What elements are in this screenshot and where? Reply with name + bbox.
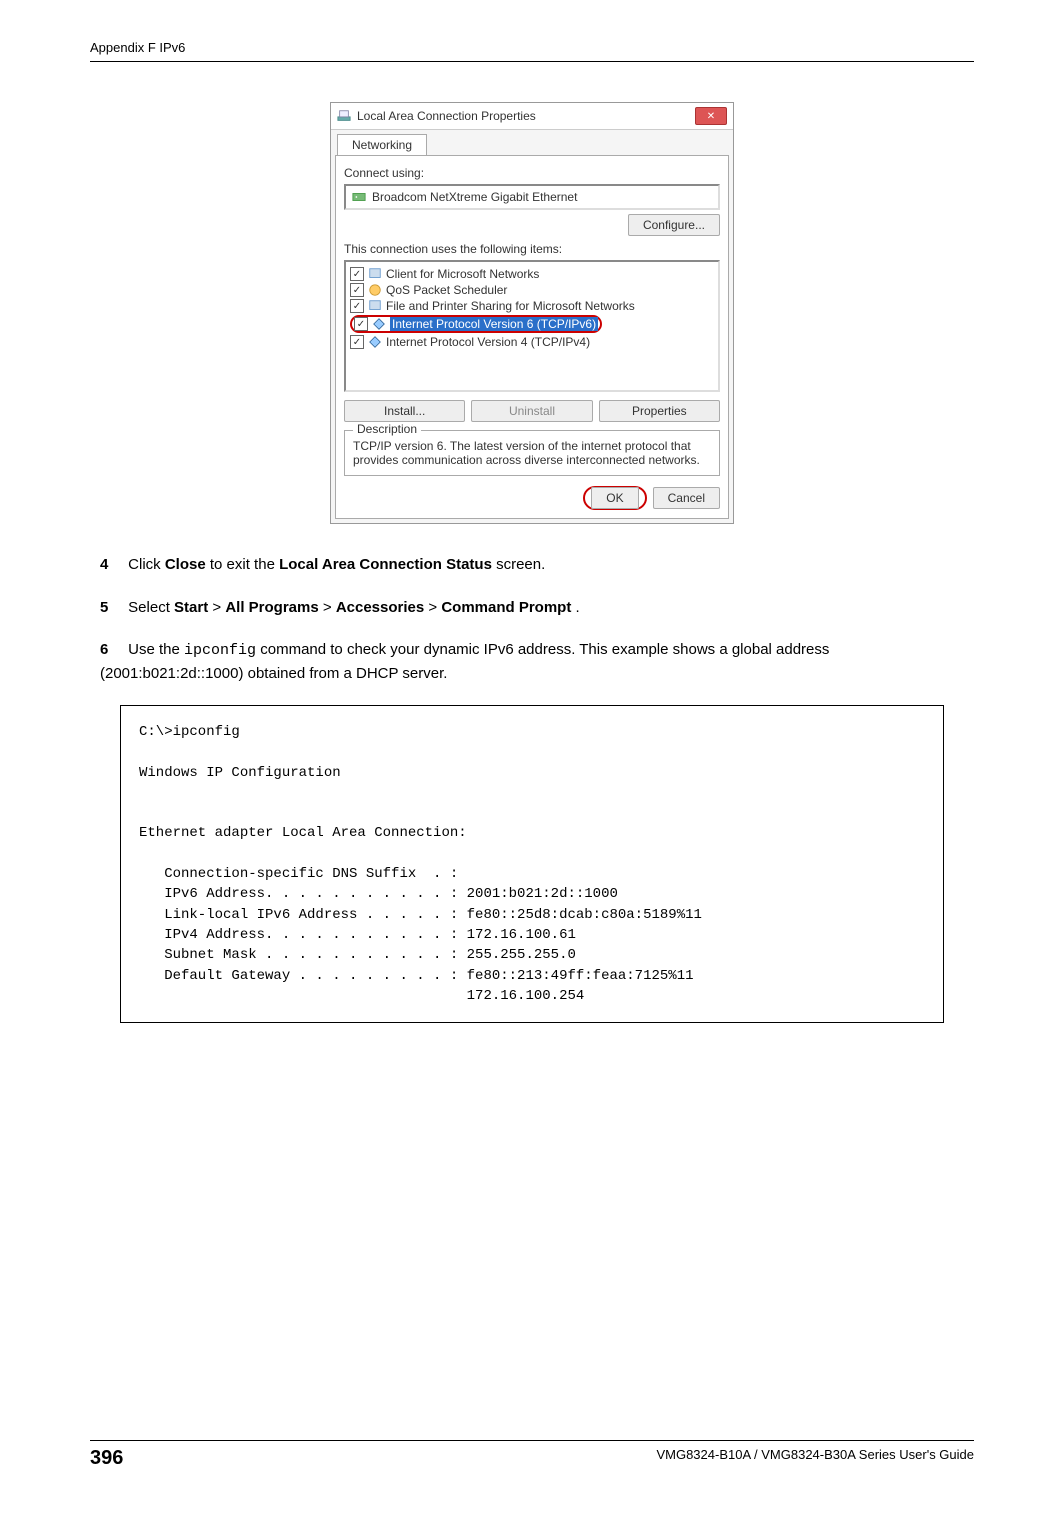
step-bold: All Programs xyxy=(225,599,318,616)
protocol-icon xyxy=(372,317,386,331)
lan-properties-dialog: Local Area Connection Properties ✕ Netwo… xyxy=(330,102,734,524)
cancel-button[interactable]: Cancel xyxy=(653,487,720,509)
step-6: 6 Use the ipconfig command to check your… xyxy=(100,639,974,685)
step-bold: Command Prompt xyxy=(441,599,571,616)
list-item-label: Client for Microsoft Networks xyxy=(386,267,539,281)
description-label: Description xyxy=(353,422,421,436)
install-button[interactable]: Install... xyxy=(344,400,465,422)
list-item[interactable]: ✓ Internet Protocol Version 4 (TCP/IPv4) xyxy=(350,334,714,350)
checkbox-icon[interactable]: ✓ xyxy=(350,299,364,313)
red-highlight-oval: ✓ Internet Protocol Version 6 (TCP/IPv6) xyxy=(350,315,602,333)
checkbox-icon[interactable]: ✓ xyxy=(350,267,364,281)
step-text: to exit the xyxy=(210,556,279,573)
step-5: 5 Select Start > All Programs > Accessor… xyxy=(100,597,974,620)
step-text: . xyxy=(576,599,580,616)
list-item[interactable]: ✓ Internet Protocol Version 6 (TCP/IPv6) xyxy=(350,314,714,334)
connect-using-label: Connect using: xyxy=(344,166,720,180)
nic-icon xyxy=(352,190,366,204)
items-label: This connection uses the following items… xyxy=(344,242,720,256)
checkbox-icon[interactable]: ✓ xyxy=(350,283,364,297)
step-number: 5 xyxy=(100,597,124,620)
share-icon xyxy=(368,299,382,313)
step-number: 4 xyxy=(100,554,124,577)
uninstall-button[interactable]: Uninstall xyxy=(471,400,592,422)
ok-button[interactable]: OK xyxy=(591,487,638,509)
close-icon[interactable]: ✕ xyxy=(695,107,727,125)
step-4: 4 Click Close to exit the Local Area Con… xyxy=(100,554,974,577)
network-icon xyxy=(337,109,351,123)
console-output: C:\>ipconfig Windows IP Configuration Et… xyxy=(120,705,944,1023)
description-group: Description TCP/IP version 6. The latest… xyxy=(344,430,720,476)
items-box: ✓ Client for Microsoft Networks ✓ QoS Pa… xyxy=(344,260,720,392)
configure-button[interactable]: Configure... xyxy=(628,214,720,236)
step-bold: Start xyxy=(174,599,208,616)
page-footer: 396 VMG8324-B10A / VMG8324-B30A Series U… xyxy=(90,1440,974,1470)
checkbox-icon[interactable]: ✓ xyxy=(350,335,364,349)
list-item[interactable]: ✓ QoS Packet Scheduler xyxy=(350,282,714,298)
step-text: > xyxy=(212,599,225,616)
nic-box: Broadcom NetXtreme Gigabit Ethernet xyxy=(344,184,720,210)
step-text: Select xyxy=(128,599,174,616)
list-item-label: QoS Packet Scheduler xyxy=(386,283,507,297)
list-item[interactable]: ✓ Client for Microsoft Networks xyxy=(350,266,714,282)
step-bold: Local Area Connection Status xyxy=(279,556,492,573)
list-item[interactable]: ✓ File and Printer Sharing for Microsoft… xyxy=(350,298,714,314)
header-title: Appendix F IPv6 xyxy=(90,40,185,55)
nic-name: Broadcom NetXtreme Gigabit Ethernet xyxy=(372,190,577,204)
step-code: ipconfig xyxy=(184,642,256,659)
step-bold: Accessories xyxy=(336,599,424,616)
step-text: Use the xyxy=(128,641,184,658)
qos-icon xyxy=(368,283,382,297)
step-text: Click xyxy=(128,556,165,573)
step-text: > xyxy=(323,599,336,616)
list-item-label: Internet Protocol Version 4 (TCP/IPv4) xyxy=(386,335,590,349)
step-text: > xyxy=(428,599,441,616)
properties-button[interactable]: Properties xyxy=(599,400,720,422)
red-highlight-oval: OK xyxy=(583,486,646,510)
client-icon xyxy=(368,267,382,281)
step-text: screen. xyxy=(496,556,545,573)
page-number: 396 xyxy=(90,1447,123,1470)
dialog-title: Local Area Connection Properties xyxy=(357,109,536,123)
checkbox-icon[interactable]: ✓ xyxy=(354,317,368,331)
dialog-title-bar: Local Area Connection Properties ✕ xyxy=(331,103,733,130)
list-item-label: File and Printer Sharing for Microsoft N… xyxy=(386,299,635,313)
step-bold: Close xyxy=(165,556,206,573)
guide-title: VMG8324-B10A / VMG8324-B30A Series User'… xyxy=(656,1447,974,1462)
list-item-label: Internet Protocol Version 6 (TCP/IPv6) xyxy=(390,317,598,331)
description-text: TCP/IP version 6. The latest version of … xyxy=(353,439,700,467)
page-header: Appendix F IPv6 xyxy=(90,40,974,62)
step-number: 6 xyxy=(100,639,124,662)
tab-networking[interactable]: Networking xyxy=(337,134,427,155)
protocol-icon xyxy=(368,335,382,349)
